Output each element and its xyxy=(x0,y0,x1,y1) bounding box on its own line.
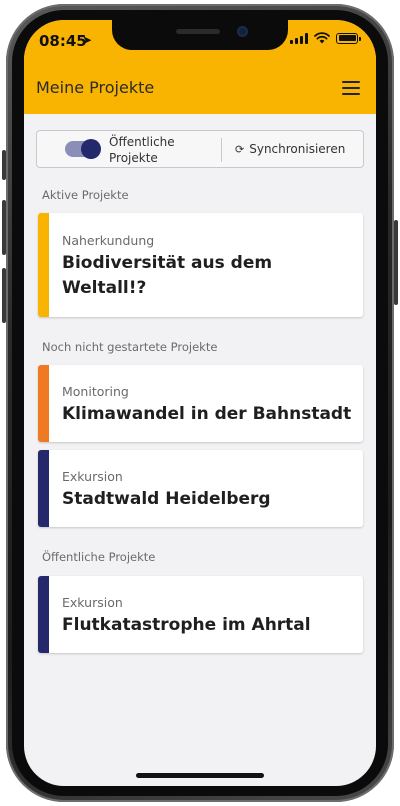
status-time: 08:45 xyxy=(39,32,87,50)
page-title: Meine Projekte xyxy=(36,78,155,97)
section-active-projects: Aktive Projekte xyxy=(42,188,129,202)
project-category: Naherkundung xyxy=(62,233,155,248)
project-title: Biodiversität aus dem Weltall!? xyxy=(62,253,273,298)
mute-switch xyxy=(2,150,6,180)
project-card[interactable]: Exkursion Stadtwald Heidelberg xyxy=(38,450,363,527)
section-not-started-projects: Noch nicht gestartete Projekte xyxy=(42,340,218,354)
sync-label: Synchronisieren xyxy=(249,142,346,156)
signal-icon xyxy=(290,32,308,44)
notch xyxy=(112,20,288,50)
toggle-knob xyxy=(81,139,101,159)
toolbar-divider xyxy=(221,138,222,162)
project-color-bar xyxy=(38,450,49,527)
battery-icon xyxy=(336,32,361,44)
project-color-bar xyxy=(38,576,49,653)
project-card[interactable]: Monitoring Klimawandel in der Bahnstadt xyxy=(38,365,363,442)
project-category: Exkursion xyxy=(62,469,123,484)
sync-button[interactable]: ⟳ Synchronisieren xyxy=(235,142,345,156)
public-projects-toggle-label: Öffentliche Projekte xyxy=(109,135,175,165)
app-screen: 08:45 ➤ Meine Projekte Öffentliche Proje… xyxy=(24,20,376,786)
project-category: Exkursion xyxy=(62,595,123,610)
speaker xyxy=(176,29,220,34)
volume-down-button xyxy=(2,268,6,323)
public-projects-toggle[interactable] xyxy=(65,139,101,159)
sync-icon: ⟳ xyxy=(235,142,245,156)
power-button xyxy=(394,220,398,305)
filter-toolbar: Öffentliche Projekte ⟳ Synchronisieren xyxy=(36,130,364,168)
project-color-bar xyxy=(38,213,49,317)
project-card[interactable]: Exkursion Flutkatastrophe im Ahrtal xyxy=(38,576,363,653)
project-title: Klimawandel in der Bahnstadt xyxy=(62,404,352,424)
front-camera xyxy=(237,26,248,37)
project-category: Monitoring xyxy=(62,384,129,399)
volume-up-button xyxy=(2,200,6,255)
menu-icon[interactable] xyxy=(342,81,360,95)
project-card[interactable]: Naherkundung Biodiversität aus dem Welta… xyxy=(38,213,363,317)
wifi-icon xyxy=(314,32,330,44)
project-title: Flutkatastrophe im Ahrtal xyxy=(62,615,311,635)
project-color-bar xyxy=(38,365,49,442)
project-title: Stadtwald Heidelberg xyxy=(62,489,271,509)
location-arrow-icon: ➤ xyxy=(82,33,93,47)
section-public-projects: Öffentliche Projekte xyxy=(42,550,156,564)
home-indicator xyxy=(136,773,264,778)
status-icons xyxy=(290,32,361,44)
